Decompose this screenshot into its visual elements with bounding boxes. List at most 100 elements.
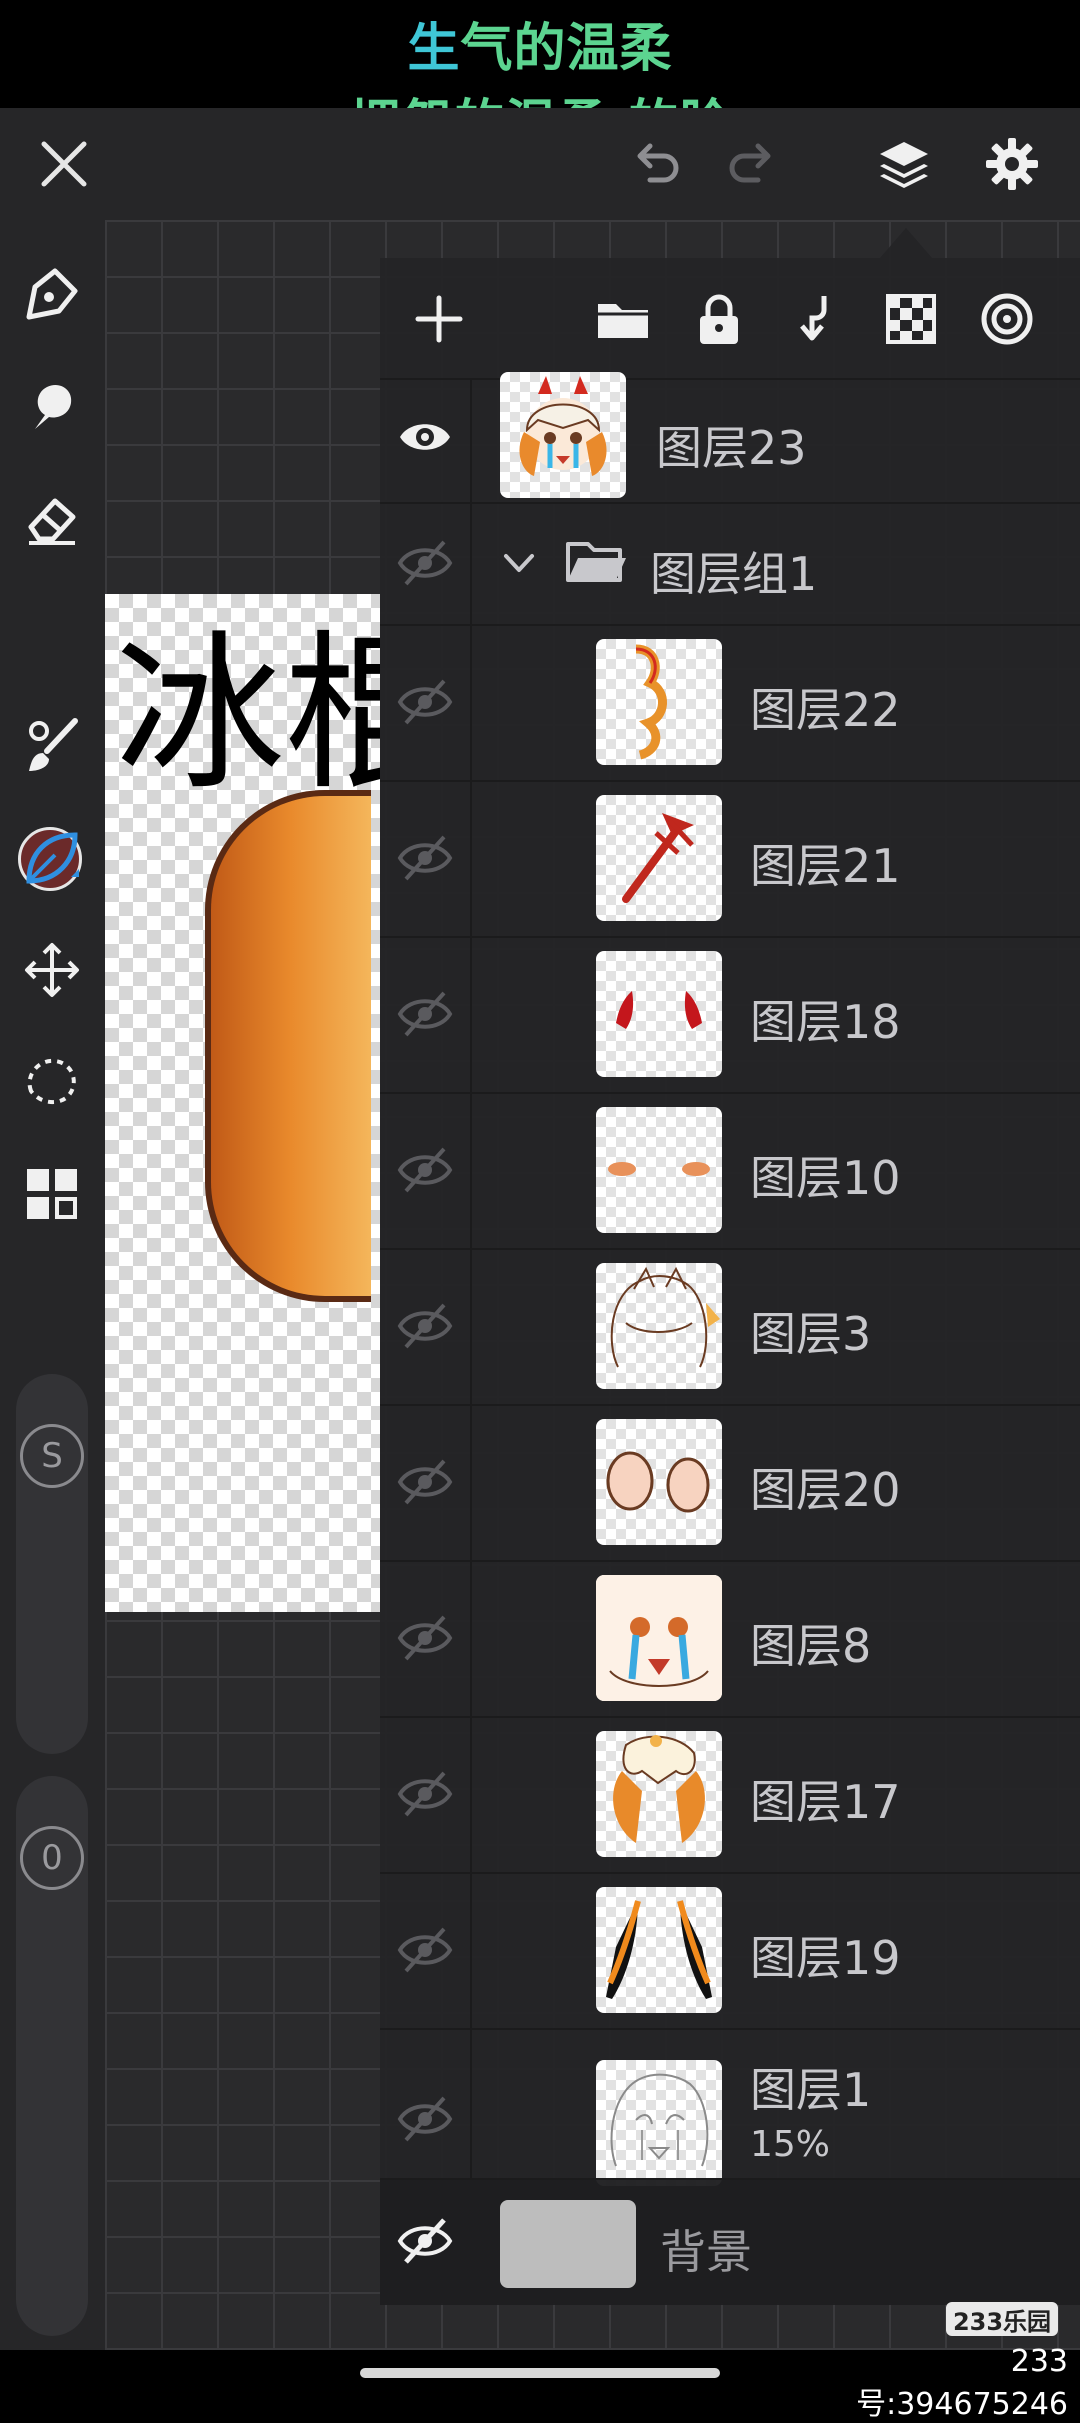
visibility-toggle[interactable] xyxy=(396,1921,454,1979)
eye-off-icon xyxy=(397,540,453,586)
flame-hair-thumbnail xyxy=(596,639,722,765)
layer-name: 图层20 xyxy=(750,1463,901,1517)
more-tools-button[interactable] xyxy=(16,1158,88,1230)
open-folder-icon xyxy=(566,542,626,582)
add-group-button[interactable] xyxy=(590,286,656,352)
dotted-lasso-icon xyxy=(27,1058,76,1104)
visibility-toggle[interactable] xyxy=(396,829,454,887)
layers-panel-toolbar xyxy=(380,258,1080,380)
caption-line-1: 生气的温柔 xyxy=(0,6,1080,81)
brush-icon xyxy=(29,718,78,771)
visibility-toggle[interactable] xyxy=(396,1765,454,1823)
add-layer-button[interactable] xyxy=(406,286,472,352)
lineart-thumbnail xyxy=(596,1263,722,1389)
merge-down-button[interactable] xyxy=(782,286,848,352)
settings-button[interactable] xyxy=(976,128,1048,200)
eraser-icon xyxy=(28,498,76,545)
eraser-tool-button[interactable] xyxy=(16,482,88,554)
layer-name: 图层21 xyxy=(750,839,901,893)
layers-button[interactable] xyxy=(868,128,940,200)
group-folder-icon-wrap xyxy=(564,530,630,596)
eye-off-icon xyxy=(397,1771,453,1817)
layer-thumbnail xyxy=(500,372,626,498)
layer-row[interactable]: 图层22 xyxy=(380,624,1080,782)
undo-icon xyxy=(637,143,679,183)
layer-row[interactable]: 图层18 xyxy=(380,936,1080,1094)
dark-horns-thumbnail xyxy=(596,1887,722,2013)
brush-size-knob[interactable]: S xyxy=(20,1424,84,1488)
eye-off-icon xyxy=(397,1927,453,1973)
group-name: 图层组1 xyxy=(650,547,818,601)
move-arrows-icon xyxy=(25,943,79,997)
layer-row[interactable]: 图层17 xyxy=(380,1716,1080,1874)
layer-name: 图层17 xyxy=(750,1775,901,1829)
checkerboard-icon xyxy=(886,294,936,344)
layer-row[interactable]: 图层21 xyxy=(380,780,1080,938)
eye-off-icon xyxy=(397,679,453,725)
devil-horns-thumbnail xyxy=(596,951,722,1077)
visibility-toggle[interactable] xyxy=(396,534,454,592)
brush-opacity-knob[interactable]: 0 xyxy=(20,1826,84,1890)
close-button[interactable] xyxy=(28,128,100,200)
eye-off-icon xyxy=(397,835,453,881)
transparency-lock-button[interactable] xyxy=(878,286,944,352)
layer-group-row[interactable]: 图层组1 xyxy=(380,502,1080,626)
eye-off-icon xyxy=(397,2218,453,2264)
background-visibility-toggle[interactable] xyxy=(396,2212,454,2270)
group-collapse-button[interactable] xyxy=(496,540,542,586)
grid-tools-icon xyxy=(27,1169,77,1219)
layer-opacity: 15% xyxy=(750,2124,831,2165)
eye-off-icon xyxy=(397,1147,453,1193)
top-bar xyxy=(0,108,1080,220)
visibility-toggle[interactable] xyxy=(396,408,454,466)
pen-tool-button[interactable] xyxy=(16,258,88,330)
eye-off-icon xyxy=(397,2096,453,2142)
layer-row[interactable]: 图层3 xyxy=(380,1248,1080,1406)
pen-icon xyxy=(26,268,78,320)
artboard-text: 冰棍 xyxy=(115,616,380,814)
close-icon xyxy=(41,141,87,187)
layer-row[interactable]: 图层10 xyxy=(380,1092,1080,1250)
lasso-selection-tool-button[interactable] xyxy=(16,1046,88,1118)
background-thumbnail xyxy=(500,2200,636,2288)
layer-row-23[interactable]: 图层23 xyxy=(380,372,1080,504)
visibility-toggle[interactable] xyxy=(396,1141,454,1199)
lock-layer-button[interactable] xyxy=(686,286,752,352)
brush-size-slider[interactable]: S xyxy=(16,1374,88,1754)
layer-effects-button[interactable] xyxy=(974,286,1040,352)
layers-panel: 图层23 图层组1 图层22 图层21 图层18 图层10 图层3 图层20 图… xyxy=(380,258,1080,2305)
select-lasso-tool-button[interactable] xyxy=(16,822,88,894)
lock-icon xyxy=(700,294,738,344)
visibility-toggle[interactable] xyxy=(396,1453,454,1511)
chevron-down-icon xyxy=(504,554,534,572)
watermark-id: 233号:394675246 xyxy=(856,2344,1068,2422)
smudge-tool-button[interactable] xyxy=(16,370,88,442)
visibility-toggle[interactable] xyxy=(396,2090,454,2148)
hair-thumbnail xyxy=(596,1731,722,1857)
home-indicator[interactable] xyxy=(360,2368,720,2378)
visibility-toggle[interactable] xyxy=(396,1297,454,1355)
transform-tool-button[interactable] xyxy=(16,934,88,1006)
redo-icon xyxy=(729,143,771,183)
layer-row[interactable]: 图层8 xyxy=(380,1560,1080,1718)
layer-row[interactable]: 图层19 xyxy=(380,1872,1080,2030)
visibility-toggle[interactable] xyxy=(396,1609,454,1667)
brush-opacity-slider[interactable]: 0 xyxy=(16,1776,88,2336)
smudge-icon xyxy=(35,384,72,429)
layer-name: 图层22 xyxy=(750,683,901,737)
target-icon xyxy=(981,293,1033,345)
layers-icon xyxy=(880,142,928,188)
layer-name: 图层1 xyxy=(750,2063,872,2117)
folder-icon xyxy=(598,304,648,338)
redo-button[interactable] xyxy=(716,128,788,200)
sketch-thumbnail xyxy=(596,2060,722,2186)
visibility-toggle[interactable] xyxy=(396,985,454,1043)
layer-name: 图层19 xyxy=(750,1931,901,1985)
background-layer-row[interactable]: 背景 xyxy=(380,2178,1080,2305)
visibility-toggle[interactable] xyxy=(396,673,454,731)
blush-thumbnail xyxy=(596,1107,722,1233)
layer-row[interactable]: 图层20 xyxy=(380,1404,1080,1562)
brush-tool-button[interactable] xyxy=(16,710,88,782)
layer-name: 图层8 xyxy=(750,1619,872,1673)
undo-button[interactable] xyxy=(620,128,692,200)
